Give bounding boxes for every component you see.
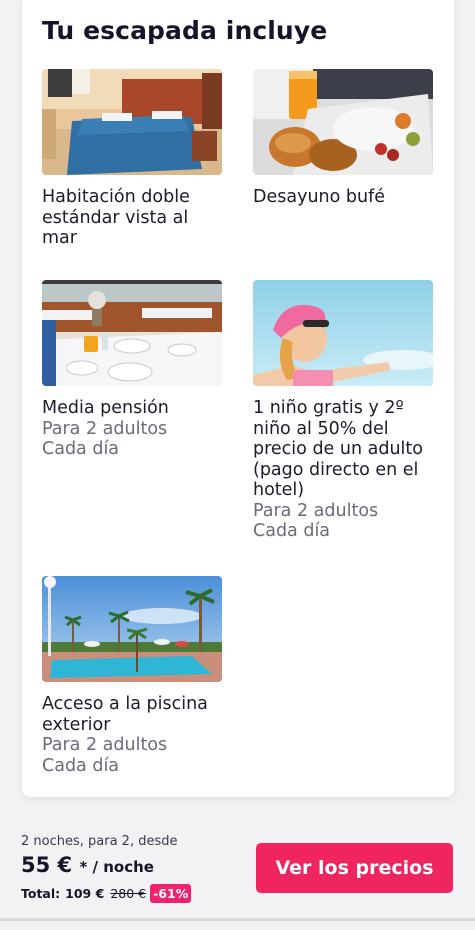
included-item-pool: Acceso a la piscina exterior Para 2 adul… <box>42 576 222 776</box>
item-frequency: Cada día <box>253 521 331 541</box>
nights-summary: 2 noches, para 2, desde <box>21 834 178 849</box>
breakfast-photo <box>253 69 433 175</box>
included-item-room: Habitación doble estándar vista al mar <box>42 69 222 249</box>
dining-photo <box>42 280 222 386</box>
price-value: 55 € <box>21 853 73 877</box>
child-photo <box>253 280 433 386</box>
per-night-label: * / noche <box>79 858 154 876</box>
item-name: 1 niño gratis y 2º niño al 50% del preci… <box>253 398 423 500</box>
see-prices-button[interactable]: Ver los precios <box>256 843 453 893</box>
item-name: Habitación doble estándar vista al mar <box>42 187 190 248</box>
section-title: Tu escapada incluye <box>42 16 328 45</box>
item-guests: Para 2 adultos <box>42 418 168 439</box>
old-price: 280 € <box>110 886 147 901</box>
item-name: Media pensión <box>42 398 169 418</box>
price-per-night: 55 € * / noche <box>21 853 154 877</box>
item-frequency: Cada día <box>42 439 120 459</box>
item-frequency: Cada día <box>42 755 120 776</box>
item-name: Desayuno bufé <box>253 187 386 207</box>
total-value: 109 € <box>65 886 105 901</box>
item-name: Acceso a la piscina exterior <box>42 694 208 735</box>
footer-divider <box>0 918 475 921</box>
item-guests: Para 2 adultos <box>42 735 168 755</box>
pool-photo <box>42 576 222 682</box>
included-item-half-board: Media pensión Para 2 adultos Cada día <box>42 280 222 460</box>
room-photo <box>42 69 222 175</box>
discount-badge: -61% <box>150 884 192 903</box>
total-label: Total: <box>21 886 61 901</box>
item-guests: Para 2 adultos <box>253 500 379 521</box>
included-item-children: 1 niño gratis y 2º niño al 50% del preci… <box>253 280 433 542</box>
total-price: Total: 109 € 280 € -61% <box>21 884 192 903</box>
included-item-breakfast: Desayuno bufé <box>253 69 433 208</box>
